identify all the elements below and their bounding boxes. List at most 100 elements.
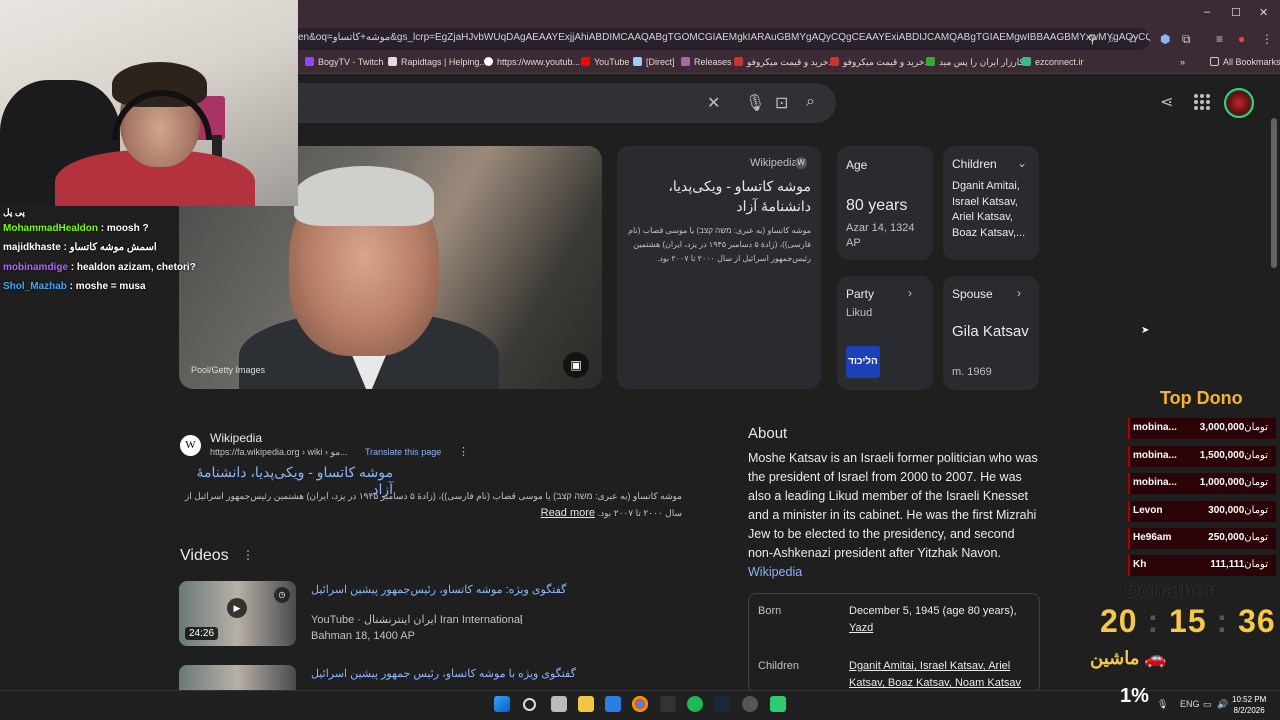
bookmark-item[interactable]: https://www.youtub... — [484, 57, 580, 67]
party-card[interactable]: Party › Likud הליכוד — [837, 276, 933, 390]
children-label: Children — [952, 157, 997, 171]
media-icon[interactable]: ≡ — [1216, 32, 1223, 46]
spouse-card[interactable]: Spouse › Gila Katsav m. 1969 — [943, 276, 1039, 390]
result-url[interactable]: https://fa.wikipedia.org › wiki › مو... — [210, 447, 348, 458]
menu-icon[interactable]: ⋮ — [1261, 32, 1273, 46]
battery-percent: 1% — [1120, 685, 1149, 707]
all-bookmarks[interactable]: All Bookmarks — [1210, 57, 1280, 67]
file-explorer-icon[interactable] — [578, 696, 594, 712]
account-avatar[interactable] — [1224, 88, 1254, 118]
url-text: en&oq=موشه+کاتساو&gs_lcrp=EgZjaHJvbWUqDA… — [298, 32, 1150, 43]
wiki-title[interactable]: موشه کاتساو - ویکی‌پدیا، دانشنامهٔ آزاد — [631, 176, 811, 216]
chat-user: majidkhaste — [3, 242, 61, 253]
chevron-right-icon[interactable]: › — [1017, 286, 1021, 300]
photo-hair — [294, 166, 434, 226]
children-value: Dganit Amitai, Israel Katsav, Ariel Kats… — [952, 180, 1026, 239]
spotify-icon[interactable] — [687, 696, 703, 712]
obs-icon[interactable] — [742, 696, 758, 712]
apps-grid-icon[interactable] — [1194, 94, 1210, 110]
clear-search-icon[interactable]: ✕ — [707, 93, 720, 113]
donation-row: mobina... تومان3,000,000 — [1128, 418, 1276, 439]
bookmark-item[interactable]: کارزار ایران را پس مید... — [926, 57, 1031, 68]
location-icon[interactable]: ⚲ — [1088, 32, 1097, 46]
born-place-link[interactable]: Yazd — [849, 622, 873, 634]
children-row-value[interactable]: Dganit Amitai, Israel Katsav, Ariel Kats… — [849, 658, 1029, 692]
network-icon[interactable]: ▭ — [1203, 699, 1212, 710]
address-bar[interactable]: en&oq=موشه+کاتساو&gs_lcrp=EgZjaHJvbWUqDA… — [290, 28, 1150, 50]
lens-icon[interactable]: ⊡ — [775, 93, 788, 113]
wikipedia-icon: W — [795, 157, 807, 169]
result-menu-icon[interactable]: ⋮ — [458, 445, 469, 458]
translate-link[interactable]: Translate this page — [365, 447, 441, 457]
profile-icon[interactable]: ● — [1238, 32, 1245, 46]
donation-row: mobina... تومان1,500,000 — [1128, 446, 1276, 467]
start-icon[interactable] — [494, 696, 510, 712]
puzzle-icon[interactable]: ⧉ — [1182, 32, 1191, 47]
steam-icon[interactable] — [714, 696, 730, 712]
search-input[interactable]: ✕ 🎙 ⊡ ⌕ — [290, 83, 836, 123]
result-site: Wikipedia — [210, 431, 263, 445]
maximize-button[interactable]: ☐ — [1231, 6, 1241, 19]
wikipedia-card[interactable]: Wikipedia W موشه کاتساو - ویکی‌پدیا، دان… — [617, 146, 821, 389]
donation-row: He96am تومان250,000 — [1128, 528, 1276, 549]
bookmark-item[interactable]: Releases — [681, 57, 732, 67]
top-dono-heading: Top Dono — [1160, 388, 1243, 408]
microphone-icon[interactable]: 🎙 — [745, 93, 765, 113]
extension-icon[interactable]: ⬢ — [1160, 32, 1170, 46]
vscode-icon[interactable] — [605, 696, 621, 712]
mouse-cursor-icon: ➤ — [1141, 325, 1150, 336]
bookmark-item[interactable]: BogyTV - Twitch — [305, 57, 383, 67]
bookmark-item[interactable]: خرید و قیمت میکروفو... — [830, 57, 932, 68]
children-card[interactable]: Children ⌄ Dganit Amitai, Israel Katsav,… — [943, 146, 1039, 260]
video-thumbnail[interactable] — [179, 665, 296, 690]
image-expand-icon[interactable]: ▣ — [563, 352, 589, 378]
donation-row: Levon تومان300,000 — [1128, 501, 1276, 522]
mic-tray-icon[interactable]: 🎙 — [1157, 699, 1168, 710]
age-card[interactable]: Age 80 years Azar 14, 1324 AP — [837, 146, 933, 260]
chevron-down-icon[interactable]: ⌄ — [1017, 156, 1027, 170]
video-date: Bahman 18, 1400 AP — [311, 630, 415, 642]
app-icon[interactable] — [770, 696, 786, 712]
born-value: December 5, 1945 (age 80 years), Yazd — [849, 605, 1017, 634]
donation-row: mobina... تومان1,000,000 — [1128, 473, 1276, 494]
chrome-icon[interactable] — [632, 696, 648, 712]
petition-icon — [926, 57, 935, 66]
close-window-button[interactable]: ✕ — [1259, 6, 1268, 19]
bookmark-item[interactable]: [Direct] — [633, 57, 675, 67]
donathon-timer: 20 : 15 : 36 — [1100, 603, 1276, 639]
chat-header: پی پل — [3, 207, 25, 217]
language-indicator[interactable]: ENG — [1180, 699, 1200, 709]
search-icon[interactable]: ⌕ — [806, 93, 815, 111]
chevron-right-icon[interactable]: › — [908, 286, 912, 300]
task-view-icon[interactable] — [551, 696, 567, 712]
chat-message: majidkhaste : اسمش موشه کاتساو — [3, 242, 157, 253]
bookmark-item[interactable]: خرید و قیمت میکروفو... — [734, 57, 836, 68]
video-title[interactable]: گفتگوی ویژه: موشه کاتساو، رئیس‌جمهور پیش… — [311, 583, 566, 596]
bookmark-item[interactable]: ezconnect.ir — [1022, 57, 1084, 67]
spouse-sub: m. 1969 — [952, 366, 992, 378]
about-wikipedia-link[interactable]: Wikipedia — [748, 565, 802, 579]
chat-user: Shol_Mazhab — [3, 281, 67, 292]
video-menu-icon[interactable]: ⋮ — [516, 613, 527, 626]
bookmarks-overflow-icon[interactable]: » — [1180, 57, 1185, 67]
videos-menu-icon[interactable]: ⋮ — [242, 548, 254, 562]
rapidtags-icon — [388, 57, 397, 66]
bookmark-item[interactable]: YouTube — [581, 57, 629, 67]
minimize-button[interactable]: – — [1204, 6, 1210, 18]
webcam-overlay — [0, 0, 298, 206]
video-title[interactable]: گفتگوی ویژه با موشه کاتساو، رئیس جمهور پ… — [311, 667, 576, 680]
video-thumbnail[interactable]: ▶ 24:26 ◷ — [179, 581, 296, 646]
releases-icon — [681, 57, 690, 66]
bookmark-item[interactable]: Rapidtags | Helping... — [388, 57, 487, 67]
share-icon[interactable]: ⋖ — [1160, 92, 1173, 112]
page-scrollbar[interactable] — [1271, 118, 1277, 268]
zoom-icon[interactable]: ⌕ — [1108, 32, 1115, 47]
app-icon[interactable] — [660, 696, 676, 712]
bookmark-star-icon[interactable]: ☆ — [1128, 32, 1139, 46]
system-clock[interactable]: 10:52 PM 8/2/2026 — [1232, 694, 1266, 716]
children-row-label: Children — [758, 660, 799, 672]
play-icon: ▶ — [227, 598, 247, 618]
read-more-link[interactable]: Read more — [541, 507, 595, 519]
volume-icon[interactable]: 🔊 — [1217, 699, 1228, 710]
search-icon[interactable] — [523, 698, 536, 711]
